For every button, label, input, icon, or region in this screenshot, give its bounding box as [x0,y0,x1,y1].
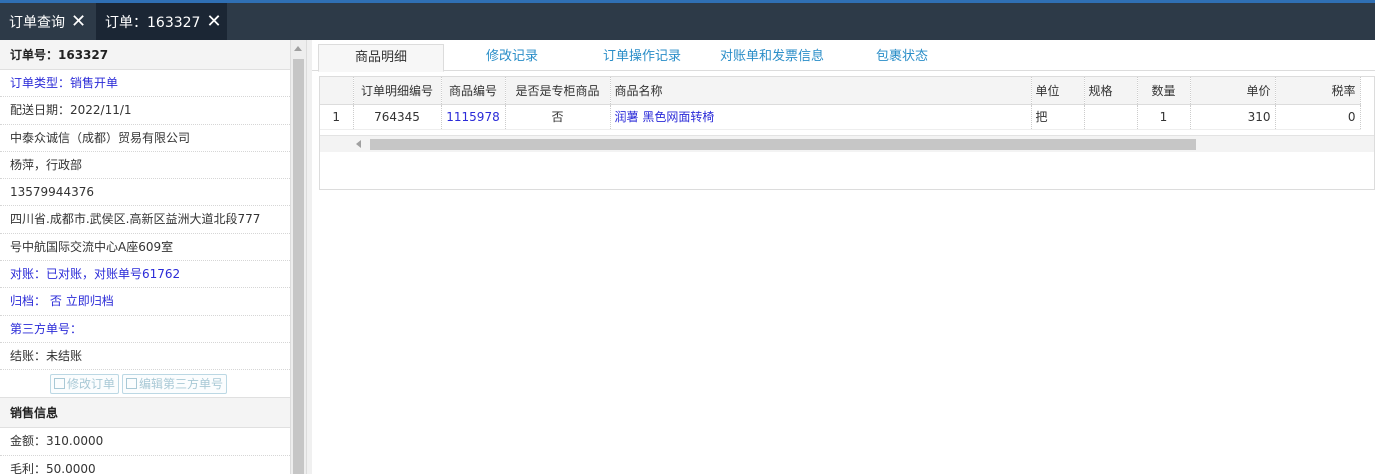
spec-cell [1084,104,1138,130]
col-detail-no[interactable]: 订单明细编号 [353,77,442,105]
edit-third-party-button[interactable]: 编辑第三方单号 [122,373,228,394]
row-index: 1 [320,104,354,130]
close-icon[interactable]: ✕ [206,12,221,31]
is-counter-cell: 否 [505,104,611,130]
scrollbar-thumb[interactable] [370,139,1196,150]
sidebar-actions: 修改订单 编辑第三方单号 [0,370,290,399]
gross-profit: 毛利：50.0000 [0,456,290,474]
col-product-name[interactable]: 商品名称 [610,77,1032,105]
address-line-1: 四川省.成都市.武侯区.高新区益洲大道北段777 [0,206,290,234]
scroll-up-icon[interactable] [294,46,302,51]
tax-rate-cell: 0 [1275,104,1361,130]
order-type: 订单类型：销售开单 [0,70,290,98]
phone-number: 13579944376 [0,179,290,207]
settlement-status: 结账：未结账 [0,343,290,371]
table-header-row: 订单明细编号 商品编号 是否是专柜商品 商品名称 单位 规格 数量 单价 税率 [320,77,1361,105]
delivery-date: 配送日期：2022/11/1 [0,97,290,125]
table-row[interactable]: 1 764345 1115978 否 润薯 黑色网面转椅 把 1 310 0 [320,104,1361,130]
product-grid: 订单明细编号 商品编号 是否是专柜商品 商品名称 单位 规格 数量 单价 税率 … [319,76,1375,190]
archive-label: 归档： [10,294,47,309]
sidebar-scrollbar[interactable] [291,40,306,474]
product-no-link[interactable]: 1115978 [441,104,506,130]
product-name-link[interactable]: 润薯 黑色网面转椅 [610,104,1032,130]
grid-horizontal-scrollbar[interactable] [320,135,1374,152]
amount: 金额：310.0000 [0,428,290,456]
col-spec[interactable]: 规格 [1084,77,1138,105]
archive-status: 归档： 否 立即归档 [0,288,290,316]
product-table: 订单明细编号 商品编号 是否是专柜商品 商品名称 单位 规格 数量 单价 税率 … [320,77,1361,130]
contact-person: 杨萍，行政部 [0,152,290,180]
unit-price-cell: 310 [1190,104,1276,130]
order-number-header: 订单号：163327 [0,40,290,70]
scrollbar-thumb[interactable] [293,59,304,474]
tab-change-log[interactable]: 修改记录 [448,44,576,71]
quantity-cell: 1 [1137,104,1191,130]
tab-order-detail[interactable]: 订单：163327 ✕ [96,3,227,40]
tab-product-details[interactable]: 商品明细 [318,44,444,72]
main-panel: 商品明细 修改记录 订单操作记录 对账单和发票信息 包裹状态 订单明细编号 商品… [312,40,1375,474]
company-name: 中泰众诚信（成都）贸易有限公司 [0,125,290,152]
archive-now-link[interactable]: 立即归档 [66,294,114,308]
sales-info-header: 销售信息 [0,398,290,429]
scroll-left-icon[interactable] [356,140,361,148]
unit-cell: 把 [1031,104,1085,130]
col-index [320,77,354,105]
col-is-counter[interactable]: 是否是专柜商品 [505,77,611,105]
tab-statement-invoice[interactable]: 对账单和发票信息 [708,44,836,71]
edit-order-label: 修改订单 [67,376,116,391]
address-line-2: 号中航国际交流中心A座609室 [0,234,290,262]
tab-order-query[interactable]: 订单查询 ✕ [0,3,95,40]
third-party-order-no: 第三方单号： [0,316,290,343]
tab-label: 订单：163327 [105,14,201,31]
detail-tabs: 商品明细 修改记录 订单操作记录 对账单和发票信息 包裹状态 [312,40,1375,72]
order-sidebar: 订单号：163327 订单类型：销售开单 配送日期：2022/11/1 中泰众诚… [0,40,291,474]
edit-icon [54,378,65,390]
reconcile-status: 对账：已对账，对账单号61762 [0,261,290,289]
col-product-no[interactable]: 商品编号 [441,77,506,105]
edit-third-party-label: 编辑第三方单号 [139,376,224,391]
col-unit-price[interactable]: 单价 [1190,77,1276,105]
tab-bar: 订单查询 ✕ 订单：163327 ✕ [0,3,1375,40]
detail-no-cell: 764345 [353,104,442,130]
col-unit[interactable]: 单位 [1031,77,1085,105]
tab-operation-log[interactable]: 订单操作记录 [578,44,706,71]
col-quantity[interactable]: 数量 [1137,77,1191,105]
col-tax-rate[interactable]: 税率 [1275,77,1361,105]
archive-value: 否 [49,294,62,309]
tab-package-status[interactable]: 包裹状态 [838,44,966,71]
close-icon[interactable]: ✕ [71,12,86,31]
tab-label: 订单查询 [9,14,65,31]
edit-icon [126,378,138,390]
edit-order-button[interactable]: 修改订单 [50,373,120,394]
